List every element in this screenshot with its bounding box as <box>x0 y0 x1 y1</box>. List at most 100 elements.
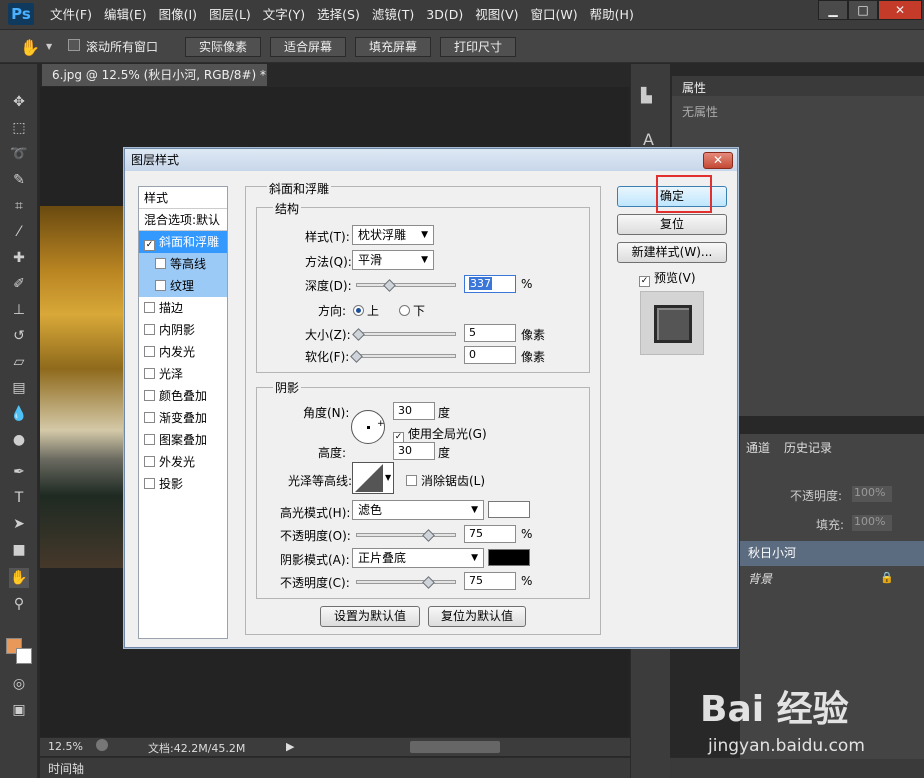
blur-tool-icon[interactable]: 💧 <box>9 404 29 424</box>
actual-pixels-button[interactable]: 实际像素 <box>185 37 261 57</box>
timeline-tab[interactable]: 时间轴 <box>48 760 84 777</box>
preview-checkbox[interactable]: ✓ 预览(V) <box>639 269 696 287</box>
reset-default-button[interactable]: 复位为默认值 <box>428 606 526 627</box>
angle-dial[interactable]: + <box>351 410 385 444</box>
horizontal-scrollbar[interactable] <box>410 741 500 753</box>
highlight-opacity-input[interactable]: 75 <box>464 525 516 543</box>
depth-input[interactable]: 337 <box>464 275 516 293</box>
lasso-tool-icon[interactable]: ➰ <box>9 144 29 164</box>
healing-brush-tool-icon[interactable]: ✚ <box>9 248 29 268</box>
crop-tool-icon[interactable]: ⌗ <box>9 196 29 216</box>
channels-tab[interactable]: 通道 <box>746 439 770 456</box>
angle-input[interactable]: 30 <box>393 402 435 420</box>
soften-slider[interactable] <box>356 354 456 358</box>
style-item-checkbox[interactable] <box>144 302 155 313</box>
style-item[interactable]: 外发光 <box>139 451 227 473</box>
status-arrow-icon[interactable]: ▶ <box>286 740 294 753</box>
style-item-checkbox[interactable] <box>144 434 155 445</box>
fit-screen-button[interactable]: 适合屏幕 <box>270 37 346 57</box>
screen-mode-icon[interactable]: ▣ <box>9 700 29 720</box>
menu-layer[interactable]: 图层(L) <box>203 0 257 30</box>
properties-tab[interactable]: 属性 <box>682 79 706 96</box>
path-select-tool-icon[interactable]: ➤ <box>9 514 29 534</box>
menu-view[interactable]: 视图(V) <box>469 0 524 30</box>
style-item-checkbox[interactable] <box>144 390 155 401</box>
style-item-checkbox[interactable] <box>144 412 155 423</box>
scroll-all-checkbox[interactable] <box>68 39 80 51</box>
bevel-style-select[interactable]: 枕状浮雕 ▼ <box>352 225 434 245</box>
style-item[interactable]: 图案叠加 <box>139 429 227 451</box>
style-item[interactable]: 投影 <box>139 473 227 495</box>
menu-edit[interactable]: 编辑(E) <box>98 0 153 30</box>
dodge-tool-icon[interactable]: ● <box>9 430 29 450</box>
hand-tool-icon[interactable]: ✋ <box>20 38 40 57</box>
style-item-checkbox[interactable] <box>155 258 166 269</box>
depth-slider[interactable] <box>356 283 456 287</box>
pen-tool-icon[interactable]: ✒ <box>9 462 29 482</box>
style-item[interactable]: 渐变叠加 <box>139 407 227 429</box>
character-panel-icon[interactable]: A <box>643 130 654 149</box>
layer-row-background[interactable]: 背景 <box>740 567 924 592</box>
marquee-tool-icon[interactable]: ⬚ <box>9 118 29 138</box>
print-size-button[interactable]: 打印尺寸 <box>440 37 516 57</box>
anti-alias-checkbox[interactable]: 消除锯齿(L) <box>406 472 485 489</box>
gradient-tool-icon[interactable]: ▤ <box>9 378 29 398</box>
style-item[interactable]: 光泽 <box>139 363 227 385</box>
menu-3d[interactable]: 3D(D) <box>420 0 469 30</box>
soften-input[interactable]: 0 <box>464 346 516 364</box>
quick-mask-icon[interactable]: ◎ <box>9 674 29 694</box>
style-item-checkbox[interactable] <box>144 346 155 357</box>
status-icon[interactable] <box>96 739 108 751</box>
highlight-mode-select[interactable]: 滤色 ▼ <box>352 500 484 520</box>
highlight-opacity-slider[interactable] <box>356 533 456 537</box>
new-style-button[interactable]: 新建样式(W)... <box>617 242 727 263</box>
zoom-tool-icon[interactable]: ⚲ <box>9 594 29 614</box>
shadow-opacity-slider[interactable] <box>356 580 456 584</box>
gloss-contour-picker[interactable]: ▼ <box>352 462 394 494</box>
history-tab[interactable]: 历史记录 <box>784 439 832 456</box>
type-tool-icon[interactable]: T <box>9 488 29 508</box>
style-item[interactable]: 纹理 <box>139 275 227 297</box>
history-brush-tool-icon[interactable]: ↺ <box>9 326 29 346</box>
shape-tool-icon[interactable]: ■ <box>9 540 29 560</box>
tool-preset-chevron-icon[interactable]: ▼ <box>46 42 52 51</box>
history-panel-icon[interactable]: ▙ <box>641 88 652 104</box>
menu-window[interactable]: 窗口(W) <box>525 0 584 30</box>
fill-screen-button[interactable]: 填充屏幕 <box>355 37 431 57</box>
move-tool-icon[interactable]: ✥ <box>9 92 29 112</box>
style-item[interactable]: ✓ 斜面和浮雕 <box>139 231 227 253</box>
quick-select-tool-icon[interactable]: ✎ <box>9 170 29 190</box>
hand-tool-panel-icon[interactable]: ✋ <box>9 568 29 588</box>
make-default-button[interactable]: 设置为默认值 <box>320 606 420 627</box>
style-item-checkbox[interactable] <box>155 280 166 291</box>
brush-tool-icon[interactable]: ✐ <box>9 274 29 294</box>
shadow-color-swatch[interactable] <box>488 549 530 566</box>
direction-down-radio[interactable]: 下 <box>399 302 425 319</box>
eyedropper-tool-icon[interactable]: ⁄ <box>9 222 29 242</box>
document-tab[interactable]: 6.jpg @ 12.5% (秋日小河, RGB/8#) * ✕ <box>42 64 267 104</box>
shadow-mode-select[interactable]: 正片叠底 ▼ <box>352 548 484 568</box>
eraser-tool-icon[interactable]: ▱ <box>9 352 29 372</box>
menu-select[interactable]: 选择(S) <box>311 0 366 30</box>
direction-up-radio[interactable]: 上 <box>353 302 379 319</box>
highlight-color-swatch[interactable] <box>488 501 530 518</box>
style-item[interactable]: 颜色叠加 <box>139 385 227 407</box>
minimize-button[interactable]: ▁ <box>818 0 848 20</box>
altitude-input[interactable]: 30 <box>393 442 435 460</box>
blend-options-item[interactable]: 混合选项:默认 <box>139 209 227 231</box>
layer-fill-input[interactable]: 100% <box>852 515 892 531</box>
global-light-checkbox[interactable]: ✓ 使用全局光(G) <box>393 425 487 443</box>
menu-filter[interactable]: 滤镜(T) <box>366 0 420 30</box>
styles-header[interactable]: 样式 <box>139 187 227 209</box>
style-item[interactable]: 内阴影 <box>139 319 227 341</box>
size-slider[interactable] <box>356 332 456 336</box>
style-item[interactable]: 等高线 <box>139 253 227 275</box>
size-input[interactable]: 5 <box>464 324 516 342</box>
background-color-swatch[interactable] <box>16 648 32 664</box>
shadow-opacity-input[interactable]: 75 <box>464 572 516 590</box>
style-item-checkbox[interactable] <box>144 456 155 467</box>
maximize-button[interactable]: □ <box>848 0 878 20</box>
dialog-close-button[interactable]: ✕ <box>703 152 733 169</box>
style-item-checkbox[interactable] <box>144 324 155 335</box>
style-item-checkbox[interactable] <box>144 368 155 379</box>
